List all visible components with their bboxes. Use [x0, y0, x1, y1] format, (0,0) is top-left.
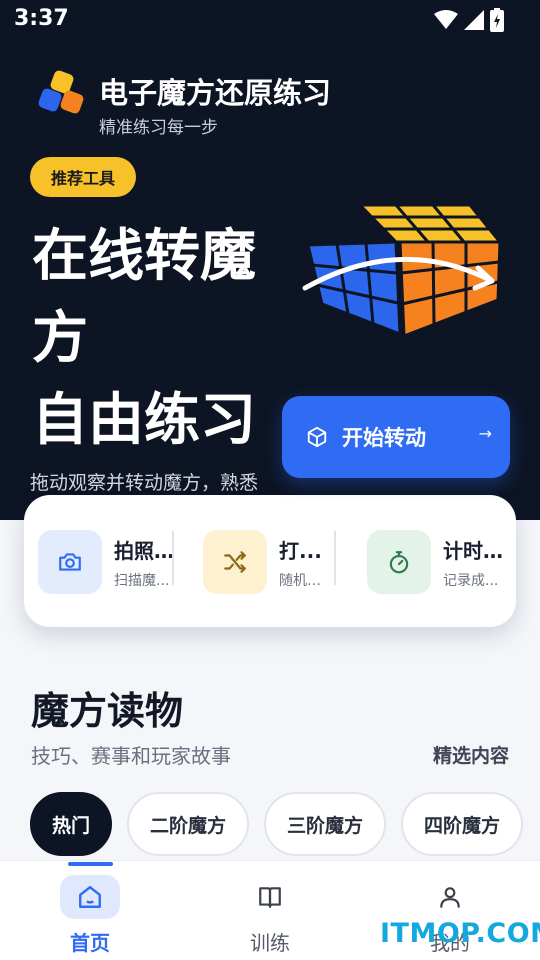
chip-4x4[interactable]: 四阶魔方 — [401, 792, 523, 856]
nav-training[interactable]: 训练 — [215, 875, 325, 956]
tool-timer[interactable]: 计时... 记录成... — [367, 530, 505, 594]
chip-2x2[interactable]: 二阶魔方 — [127, 792, 249, 856]
cube-left-face — [306, 240, 402, 337]
reading-section-subtitle: 技巧、赛事和玩家故事 — [31, 744, 231, 768]
chip-hot[interactable]: 热门 — [30, 792, 112, 856]
tool-subtitle: 记录成... — [443, 572, 499, 589]
tool-title: 打... — [279, 538, 322, 563]
tool-title: 计时... — [443, 538, 505, 563]
timer-icon — [367, 530, 431, 594]
cube-top-face — [356, 203, 504, 244]
hero-headline: 在线转魔 方 自由练习 — [32, 216, 282, 462]
status-icons — [434, 8, 504, 32]
headline-line-2: 方 — [32, 306, 88, 371]
nav-home[interactable]: 首页 — [35, 875, 145, 956]
nav-home-label: 首页 — [70, 931, 110, 955]
app-logo-icon — [38, 70, 84, 114]
featured-content-link[interactable]: 精选内容 — [433, 741, 509, 768]
status-bar: 3:37 — [0, 0, 540, 40]
reading-section-title: 魔方读物 — [31, 689, 184, 733]
status-time: 3:37 — [14, 6, 69, 31]
cube-right-face — [398, 240, 502, 339]
camera-icon — [38, 530, 102, 594]
tool-divider — [172, 531, 174, 585]
site-watermark: ITMOP.COM — [380, 918, 540, 949]
chip-3x3[interactable]: 三阶魔方 — [264, 792, 386, 856]
app-subtitle: 精准练习每一步 — [99, 118, 218, 138]
headline-line-1: 在线转魔 — [32, 224, 256, 289]
tool-photo-scan[interactable]: 拍照... 扫描魔... — [38, 530, 176, 594]
start-rotate-button[interactable]: 开始转动 → — [282, 396, 510, 478]
hero-description: 拖动观察并转动魔方，熟悉 — [30, 472, 259, 494]
tool-subtitle: 随机公... — [279, 572, 329, 589]
tool-scramble[interactable]: 打... 随机公... — [203, 530, 329, 594]
recommended-tag: 推荐工具 — [30, 157, 136, 197]
tools-card: 拍照... 扫描魔... 打... 随机公... 计时... 记录成... — [24, 495, 516, 627]
arrow-right-icon: → — [478, 424, 492, 443]
signal-icon — [464, 10, 484, 30]
nav-training-label: 训练 — [250, 931, 290, 955]
tool-title: 拍照... — [114, 538, 176, 563]
nav-active-indicator — [68, 862, 113, 866]
battery-icon — [490, 8, 504, 32]
cube-icon — [307, 426, 327, 448]
person-icon — [420, 875, 480, 919]
home-icon — [60, 875, 120, 919]
app-title: 电子魔方还原练习 — [99, 76, 332, 110]
shuffle-icon — [203, 530, 267, 594]
headline-line-3: 自由练习 — [32, 388, 256, 453]
tool-subtitle: 扫描魔... — [114, 572, 170, 589]
tool-divider — [334, 531, 336, 585]
rubiks-cube-illustration — [302, 203, 504, 339]
start-button-label: 开始转动 — [342, 426, 426, 450]
book-icon — [240, 875, 300, 919]
wifi-icon — [434, 10, 458, 29]
